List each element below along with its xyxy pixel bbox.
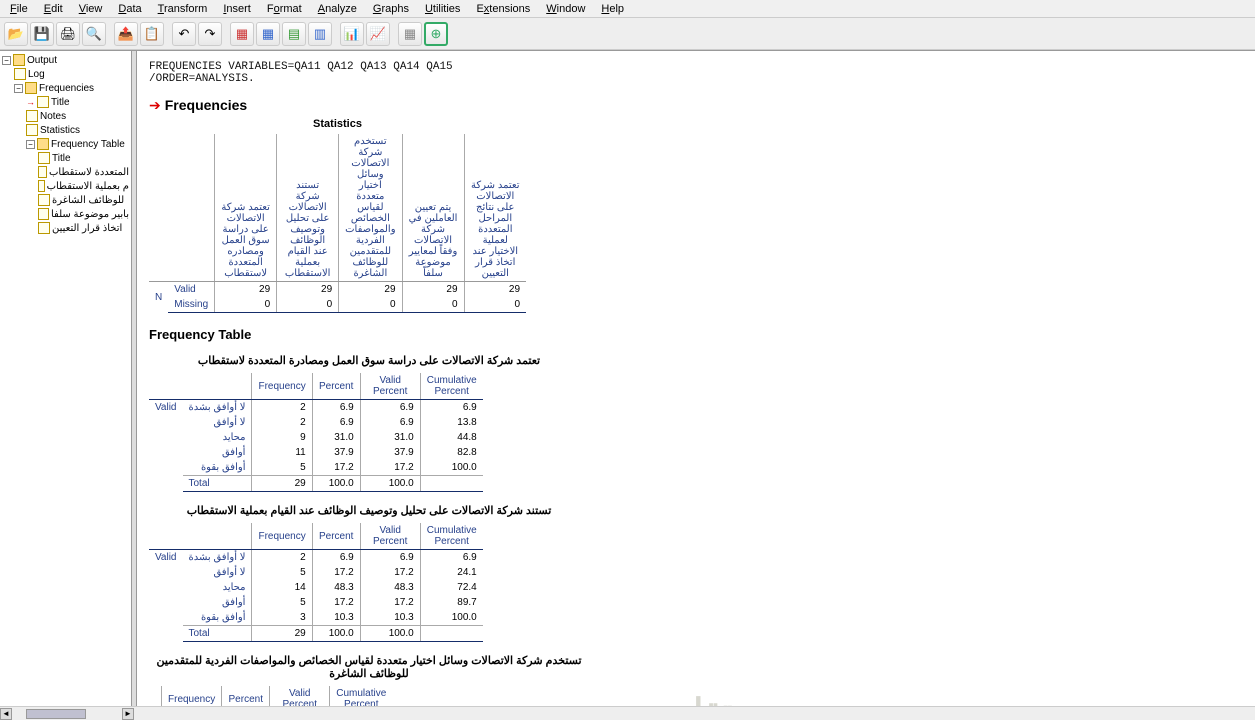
menu-format[interactable]: Format — [259, 1, 310, 17]
outline-frequency-table[interactable]: −Frequency Table — [2, 137, 129, 151]
menu-edit[interactable]: Edit — [36, 1, 71, 17]
outline-item-5[interactable]: اتخاذ قرار التعيين — [2, 221, 129, 235]
menu-insert[interactable]: Insert — [215, 1, 259, 17]
row-valid: Valid — [168, 282, 214, 298]
menu-analyze[interactable]: Analyze — [310, 1, 365, 17]
table-icon — [38, 166, 47, 178]
menu-graphs[interactable]: Graphs — [365, 1, 417, 17]
statistics-icon — [26, 124, 38, 136]
title-icon — [38, 152, 50, 164]
freq-table-1: تعتمد شركة الاتصالات على دراسة سوق العمل… — [149, 354, 1245, 492]
scroll-left-icon[interactable]: ◄ — [0, 708, 12, 720]
outline-ft-title[interactable]: Title — [2, 151, 129, 165]
horizontal-scrollbar[interactable]: ◄ ► — [0, 706, 1255, 720]
frequency-table-title: Frequency Table — [149, 327, 1245, 342]
table-icon — [38, 194, 50, 206]
statistics-caption: Statistics — [149, 114, 526, 134]
menu-bar: FFileile Edit View Data Transform Insert… — [0, 0, 1255, 18]
menu-transform[interactable]: Transform — [150, 1, 216, 17]
scroll-thumb[interactable] — [26, 709, 86, 719]
freq-table-2: تستند شركة الاتصالات على تحليل وتوصيف ال… — [149, 504, 1245, 642]
recall-button[interactable]: 📋 — [140, 22, 164, 46]
syntax-block: FREQUENCIES VARIABLES=QA11 QA12 QA13 QA1… — [149, 61, 1245, 85]
output-icon — [13, 54, 25, 66]
title-icon — [37, 96, 49, 108]
outline-item-4[interactable]: بابير موضوعة سلفا — [2, 207, 129, 221]
freq-table-3-title: تستخدم شركة الاتصالات وسائل اختيار متعدد… — [149, 654, 589, 680]
menu-utilities[interactable]: Utilities — [417, 1, 468, 17]
col-header: تستخدم شركة الاتصالات وسائل اختيار متعدد… — [339, 134, 402, 282]
notes-icon — [26, 110, 38, 122]
preview-button[interactable]: 🔍 — [82, 22, 106, 46]
select-cases-button[interactable]: ▥ — [308, 22, 332, 46]
variables-button[interactable]: ▤ — [282, 22, 306, 46]
export-button[interactable]: 📤 — [114, 22, 138, 46]
arrow-icon: → — [26, 97, 35, 107]
folder-icon — [25, 82, 37, 94]
collapse-icon[interactable]: − — [14, 84, 23, 93]
row-n: N — [149, 282, 168, 313]
col-header: تستند شركة الاتصالات على تحليل وتوصيف ال… — [277, 134, 339, 282]
scroll-right-icon[interactable]: ► — [122, 708, 134, 720]
undo-button[interactable]: ↶ — [172, 22, 196, 46]
toolbar: 📂 💾 🖨 🔍 📤 📋 ↶ ↷ ▦ ▦ ▤ ▥ 📊 📈 ▦ ⊕ — [0, 18, 1255, 50]
frequencies-title: Frequencies — [165, 97, 247, 113]
outline-output[interactable]: −Output — [2, 53, 129, 67]
statistics-table: Statistics تعتمد شركة الاتصالات على دراس… — [149, 114, 526, 313]
save-button[interactable]: 💾 — [30, 22, 54, 46]
outline-item-2[interactable]: م بعملية الاستقطاب — [2, 179, 129, 193]
chart2-button[interactable]: 📈 — [366, 22, 390, 46]
menu-window[interactable]: Window — [538, 1, 593, 17]
log-icon — [14, 68, 26, 80]
menu-extensions[interactable]: Extensions — [468, 1, 538, 17]
designate-window-button[interactable]: ⊕ — [424, 22, 448, 46]
outline-statistics[interactable]: Statistics — [2, 123, 129, 137]
table-icon — [38, 180, 45, 192]
arrow-icon: ➔ — [149, 97, 161, 113]
col-header: يتم تعيين العاملين في شركة الاتصالات وفق… — [402, 134, 464, 282]
goto-case-button[interactable]: ▦ — [256, 22, 280, 46]
outline-frequencies[interactable]: −Frequencies — [2, 81, 129, 95]
print-button[interactable]: 🖨 — [56, 22, 80, 46]
menu-file[interactable]: FFileile — [2, 1, 36, 17]
open-button[interactable]: 📂 — [4, 22, 28, 46]
output-viewer[interactable]: FREQUENCIES VARIABLES=QA11 QA12 QA13 QA1… — [136, 51, 1255, 706]
chart-button[interactable]: 📊 — [340, 22, 364, 46]
outline-notes[interactable]: Notes — [2, 109, 129, 123]
folder-icon — [37, 138, 49, 150]
col-header: تعتمد شركة الاتصالات على نتائج المراحل ا… — [464, 134, 526, 282]
outline-item-1[interactable]: المتعددة لاستقطاب — [2, 165, 129, 179]
freq-table-2-title: تستند شركة الاتصالات على تحليل وتوصيف ال… — [149, 504, 589, 517]
goto-data-button[interactable]: ▦ — [230, 22, 254, 46]
outline-title[interactable]: →Title — [2, 95, 129, 109]
menu-help[interactable]: Help — [593, 1, 632, 17]
outline-item-3[interactable]: للوظائف الشاغرة — [2, 193, 129, 207]
outline-log[interactable]: Log — [2, 67, 129, 81]
redo-button[interactable]: ↷ — [198, 22, 222, 46]
weight-button[interactable]: ▦ — [398, 22, 422, 46]
row-missing: Missing — [168, 297, 214, 313]
freq-table-3: تستخدم شركة الاتصالات وسائل اختيار متعدد… — [149, 654, 1245, 706]
table-icon — [38, 222, 50, 234]
collapse-icon[interactable]: − — [26, 140, 35, 149]
table-icon — [38, 208, 49, 220]
collapse-icon[interactable]: − — [2, 56, 11, 65]
menu-view[interactable]: View — [71, 1, 111, 17]
section-frequencies: ➔Frequencies — [149, 97, 1245, 114]
outline-panel: −Output Log −Frequencies →Title Notes St… — [0, 51, 132, 706]
freq-table-1-title: تعتمد شركة الاتصالات على دراسة سوق العمل… — [149, 354, 589, 367]
menu-data[interactable]: Data — [110, 1, 149, 17]
col-header: تعتمد شركة الاتصالات على دراسة سوق العمل… — [215, 134, 277, 282]
